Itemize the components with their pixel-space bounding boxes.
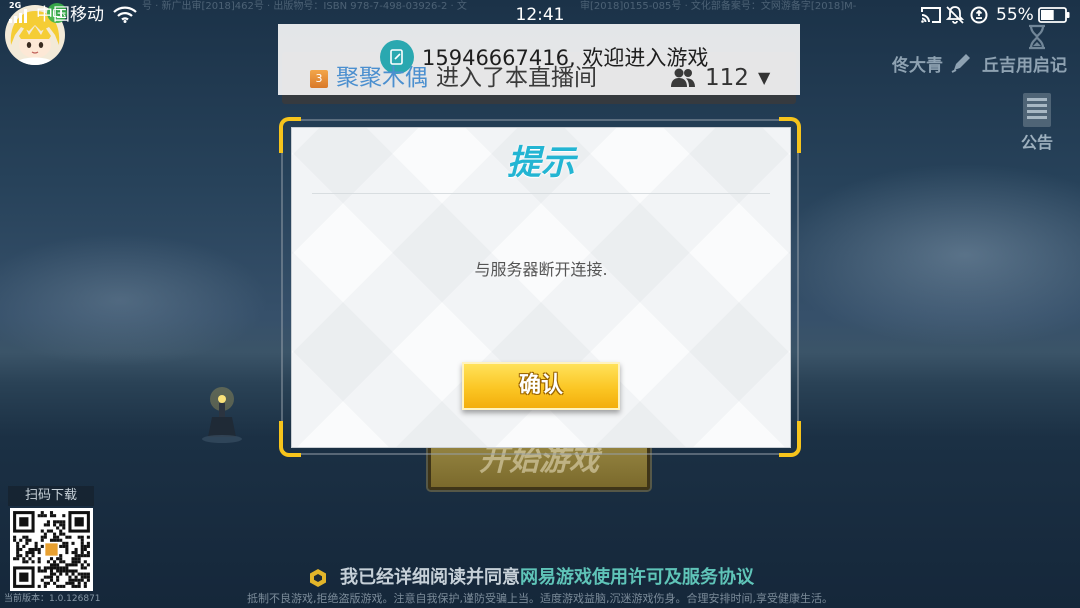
battery-icon (1038, 7, 1070, 23)
license-text-right: 审[2018]0155-085号 · 文化部备案号：文网游备字[2018]M- (580, 1, 857, 12)
health-disclaimer: 抵制不良游戏,拒绝盗版游戏。注意自我保护,谨防受骗上当。适度游戏益脑,沉迷游戏伤… (247, 592, 833, 605)
wifi-icon (113, 6, 137, 23)
battery-percent: 55% (996, 5, 1034, 25)
agreement-prefix: 我已经详细阅读并同意 (340, 567, 520, 588)
notice-label[interactable]: 公告 (1021, 133, 1053, 153)
notice-board-icon[interactable] (1021, 92, 1053, 128)
dialog-corner-bottom-right (779, 421, 801, 457)
dialog-corner-top-left (279, 117, 301, 153)
rank-badge: 3 (310, 70, 328, 88)
dialog-corner-bottom-left (279, 421, 301, 457)
qr-code-box (10, 508, 93, 591)
dialog-corner-top-right (779, 117, 801, 153)
clock-time: 12:41 (515, 5, 565, 25)
live-user-action: 进入了本直播间 (436, 65, 597, 91)
live-user-name: 聚聚木偶 (336, 65, 428, 91)
dialog-message: 与服务器断开连接. (474, 260, 608, 279)
viewers-icon (671, 68, 695, 87)
hourglass-icon[interactable] (1026, 24, 1048, 50)
buoy-decoration (202, 387, 242, 443)
edit-pen-icon[interactable] (950, 50, 974, 74)
dialog-divider (312, 193, 770, 194)
cast-icon (921, 7, 941, 23)
bell-off-icon (945, 6, 965, 24)
agreement-link[interactable]: 网易游戏使用许可及服务协议 (520, 567, 754, 588)
agreement-text: 我已经详细阅读并同意网易游戏使用许可及服务协议 (340, 566, 754, 590)
account-server-name[interactable]: 丘吉用启记 (982, 55, 1067, 77)
live-bar-dropdown[interactable]: ▼ (758, 66, 770, 90)
carrier-name: 中国移动 (36, 5, 104, 25)
account-user-name: 佟大青 (892, 56, 943, 76)
license-text-left: 号 · 新广出审[2018]462号 · 出版物号：ISBN 978-7-498… (142, 1, 467, 12)
dialog-title: 提示 (507, 143, 575, 183)
viewer-count: 112 (705, 65, 749, 91)
data-saver-icon (970, 6, 988, 24)
qr-download-label: 扫码下载 (8, 486, 94, 506)
qr-code (10, 508, 93, 591)
game-login-screen: 号 · 新广出审[2018]462号 · 出版物号：ISBN 978-7-498… (0, 0, 1080, 608)
agreement-checkbox[interactable] (309, 568, 327, 588)
confirm-button[interactable]: 确认 (462, 362, 620, 410)
signal-icon (9, 9, 27, 23)
dialog-panel: 提示 与服务器断开连接. 确认 (291, 127, 791, 448)
